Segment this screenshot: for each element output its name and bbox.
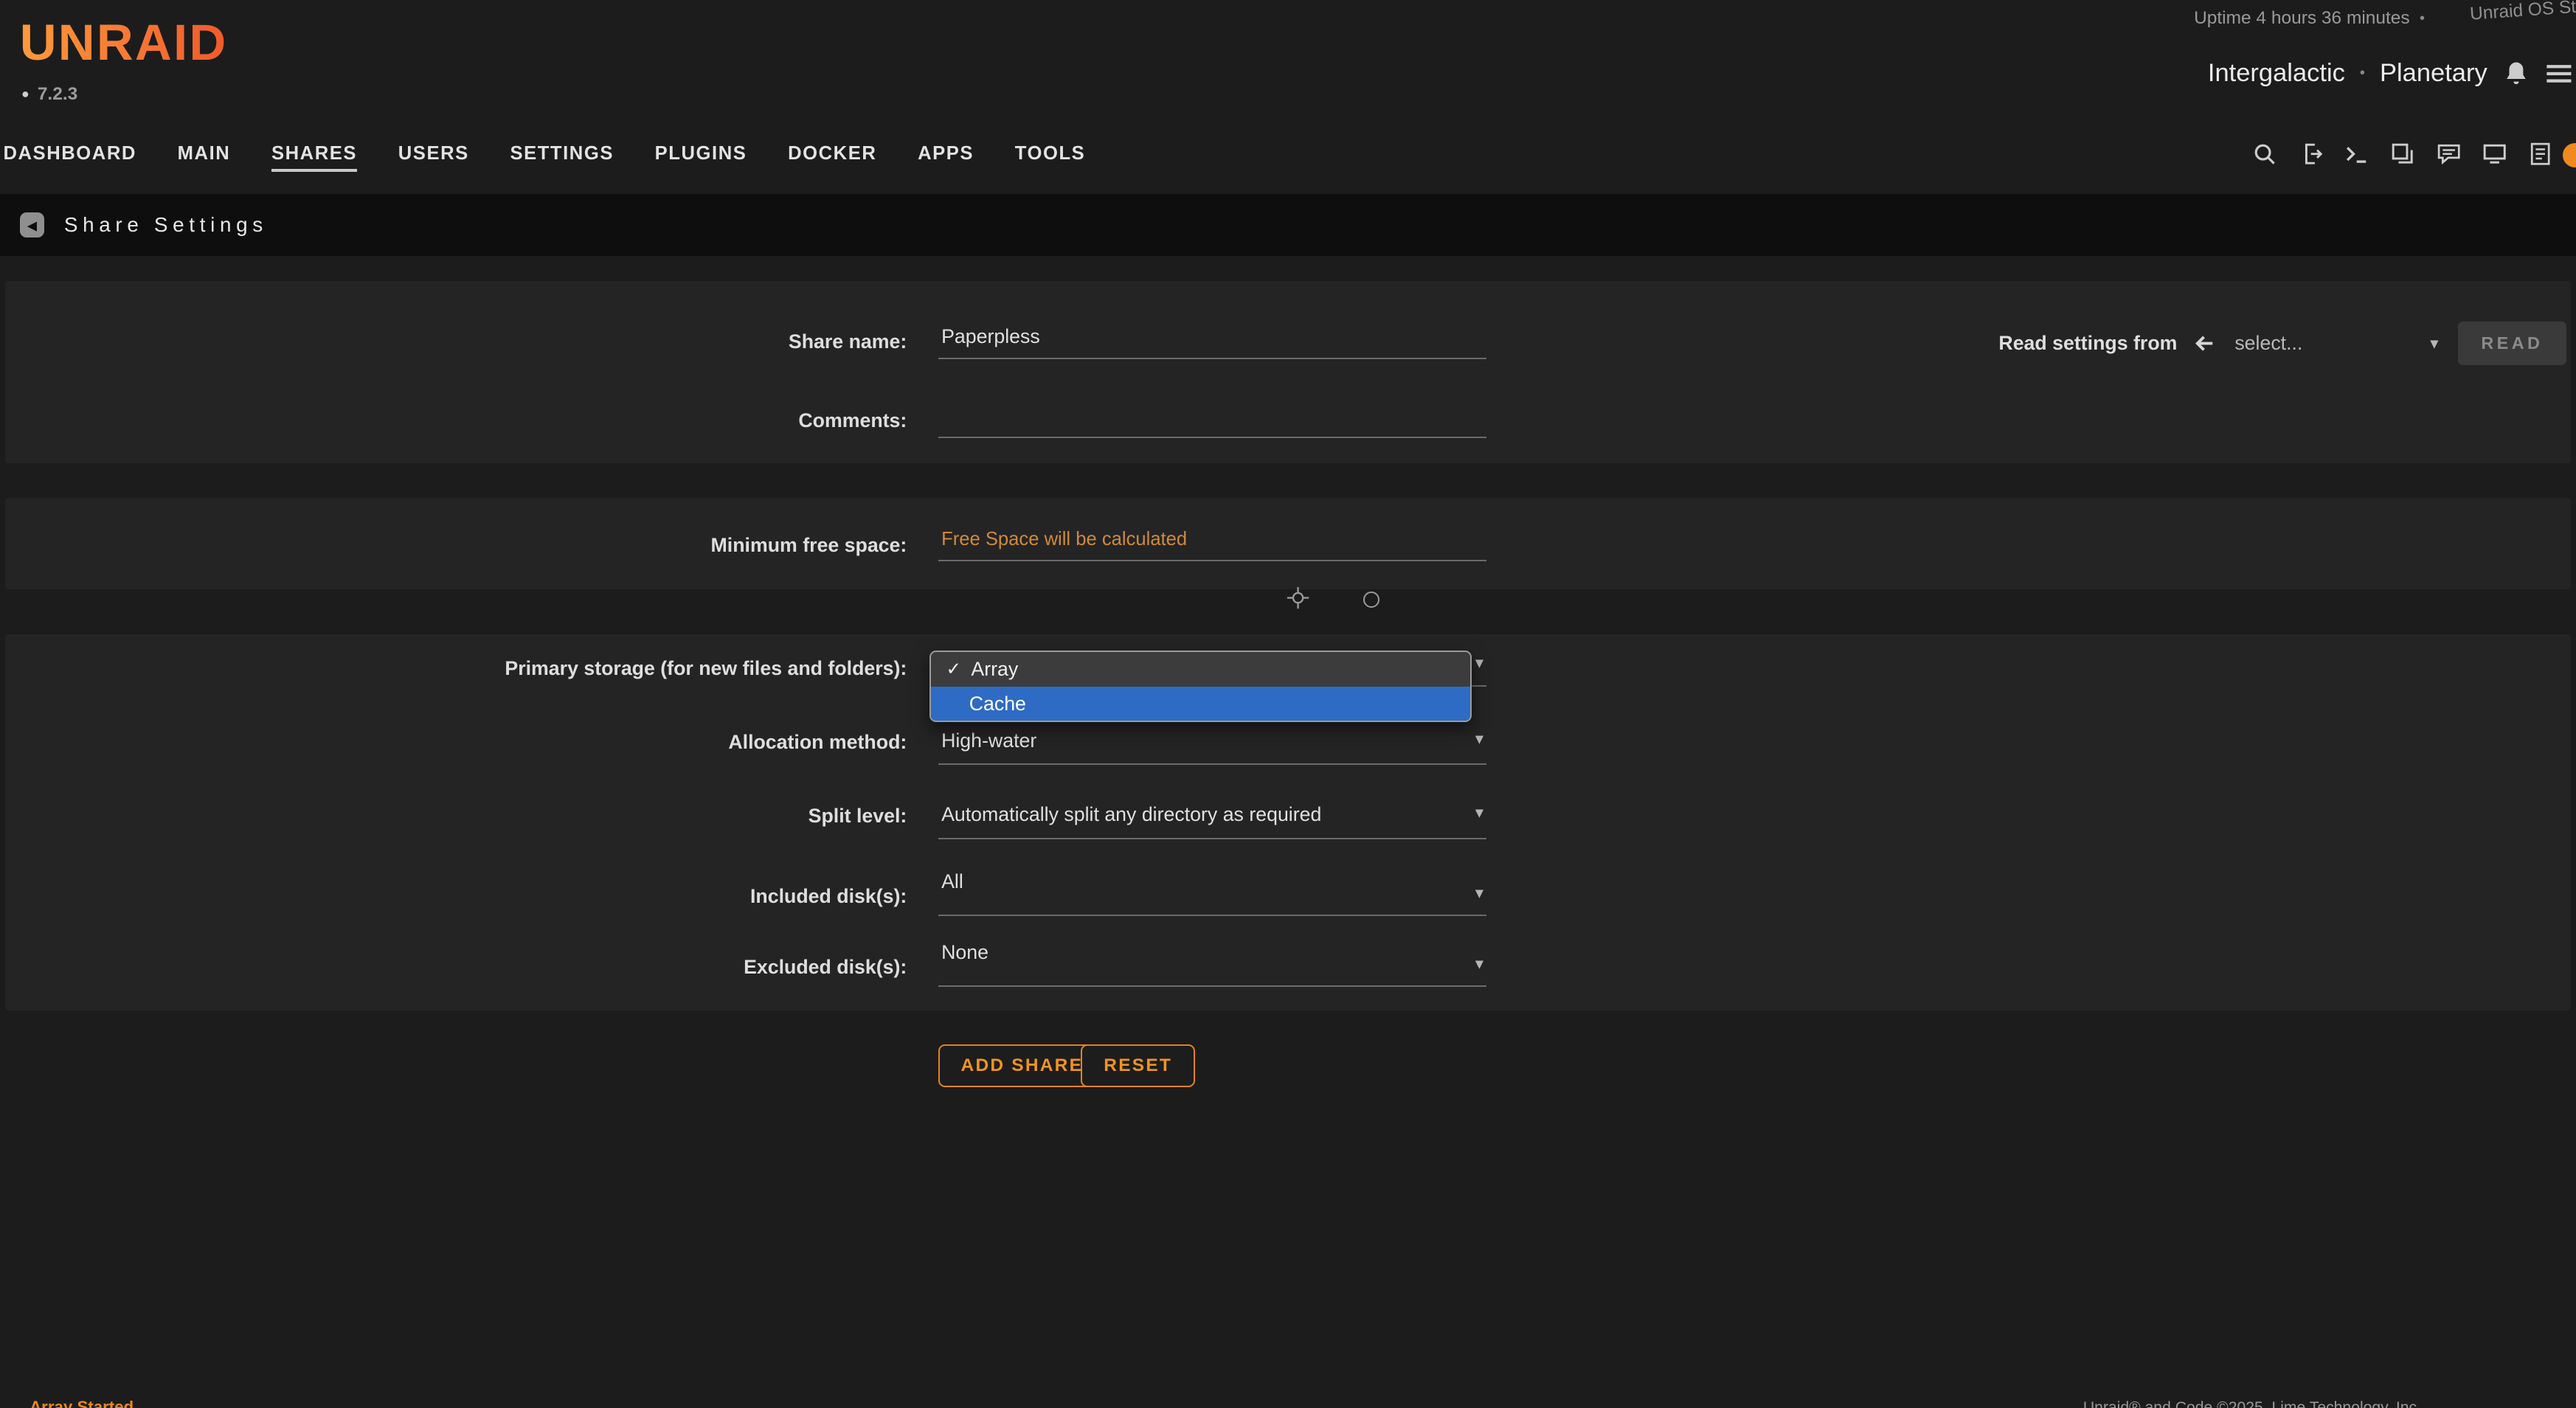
nav-item-dashboard[interactable]: DASHBOARD <box>3 143 136 173</box>
crosshair-cursor-icon <box>1287 586 1309 609</box>
read-settings-select[interactable]: select... ▾ <box>2230 327 2443 359</box>
chevron-down-icon: ▾ <box>1475 653 1483 673</box>
allocation-method-label: Allocation method: <box>0 731 907 754</box>
back-button[interactable]: ◂ <box>20 212 44 237</box>
uptime-label: Uptime 4 hours 36 minutes • <box>2194 8 2425 29</box>
log-icon[interactable] <box>2528 142 2552 166</box>
copy-icon[interactable] <box>2390 142 2414 166</box>
read-settings-row: Read settings from select... ▾ READ <box>1998 322 2566 364</box>
nav-item-tools[interactable]: TOOLS <box>1015 143 1086 173</box>
ring-cursor-icon <box>1363 592 1379 608</box>
separator-dot: • <box>2360 65 2365 82</box>
nav-item-plugins[interactable]: PLUGINS <box>655 143 747 173</box>
nav-item-apps[interactable]: APPS <box>918 143 974 173</box>
notifications-bell-icon[interactable] <box>2502 60 2530 88</box>
toolbar-icons <box>2252 142 2552 166</box>
nav-item-settings[interactable]: SETTINGS <box>510 143 614 173</box>
split-level-label: Split level: <box>0 805 907 828</box>
search-icon[interactable] <box>2252 142 2276 166</box>
unraid-share-settings-page: UNRAID ● 7.2.3 Uptime 4 hours 36 minutes… <box>0 0 2576 1408</box>
reset-button[interactable]: RESET <box>1081 1044 1195 1087</box>
included-disks-select[interactable]: All ▾ <box>938 870 1487 916</box>
primary-storage-label: Primary storage (for new files and folde… <box>0 657 907 680</box>
chevron-down-icon: ▾ <box>1475 954 1483 974</box>
feedback-icon[interactable] <box>2437 142 2461 166</box>
back-arrow-icon: ◂ <box>27 215 37 235</box>
version-number: 7.2.3 <box>38 84 77 105</box>
dropdown-option-array[interactable]: ✓ Array <box>931 652 1469 687</box>
terminal-icon[interactable] <box>2344 142 2369 166</box>
separator-dot: • <box>2420 10 2425 27</box>
excluded-disks-label: Excluded disk(s): <box>0 956 907 979</box>
chevron-down-icon: ▾ <box>1475 729 1483 749</box>
excluded-disks-select[interactable]: None ▾ <box>938 941 1487 987</box>
nav-item-users[interactable]: USERS <box>398 143 469 173</box>
server-name[interactable]: Intergalactic <box>2208 59 2345 88</box>
primary-storage-dropdown-menu: ✓ Array Cache <box>929 651 1471 723</box>
unraid-logo[interactable]: UNRAID <box>20 13 228 72</box>
included-disks-label: Included disk(s): <box>0 885 907 908</box>
share-name-label: Share name: <box>0 330 907 353</box>
app-header: UNRAID ● 7.2.3 Uptime 4 hours 36 minutes… <box>0 0 2576 131</box>
nav-item-main[interactable]: MAIN <box>178 143 231 173</box>
nav-item-shares[interactable]: SHARES <box>271 143 357 173</box>
version-label: ● 7.2.3 <box>21 84 77 105</box>
array-status-link[interactable]: Array Started <box>30 1398 134 1407</box>
read-settings-label: Read settings from <box>1998 332 2177 355</box>
read-button[interactable]: READ <box>2458 322 2566 364</box>
share-name-input[interactable] <box>938 325 1487 359</box>
split-level-select[interactable]: Automatically split any directory as req… <box>938 803 1487 839</box>
check-icon: ✓ <box>946 658 962 680</box>
comments-input[interactable] <box>938 404 1487 438</box>
allocation-method-select[interactable]: High-water ▾ <box>938 729 1487 766</box>
menu-icon[interactable] <box>2545 60 2573 88</box>
nav-items: DASHBOARD MAIN SHARES USERS SETTINGS PLU… <box>0 131 1085 172</box>
server-description: Planetary <box>2380 59 2487 88</box>
status-dot-icon: ● <box>21 86 30 102</box>
monitor-icon[interactable] <box>2482 142 2507 166</box>
chevron-down-icon: ▾ <box>1475 884 1483 904</box>
main-nav: DASHBOARD MAIN SHARES USERS SETTINGS PLU… <box>0 131 2576 181</box>
logout-icon[interactable] <box>2299 142 2323 166</box>
page-title: Share Settings <box>64 213 268 237</box>
min-free-space-label: Minimum free space: <box>0 534 907 557</box>
arrow-left-icon <box>2192 332 2215 355</box>
copyright-text: Unraid® and Code ©2025, Lime Technology,… <box>2083 1399 2421 1407</box>
chevron-down-icon: ▾ <box>1475 803 1483 823</box>
min-free-space-input[interactable] <box>938 529 1487 561</box>
nav-item-docker[interactable]: DOCKER <box>788 143 876 173</box>
comments-label: Comments: <box>0 409 907 432</box>
page-titlebar: ◂ Share Settings <box>0 194 2576 257</box>
chevron-down-icon: ▾ <box>2430 334 2438 353</box>
server-identity: Intergalactic • Planetary <box>2208 59 2576 88</box>
dropdown-option-cache[interactable]: Cache <box>931 687 1469 721</box>
os-storage-badge: Unraid OS Stor <box>2469 0 2576 25</box>
